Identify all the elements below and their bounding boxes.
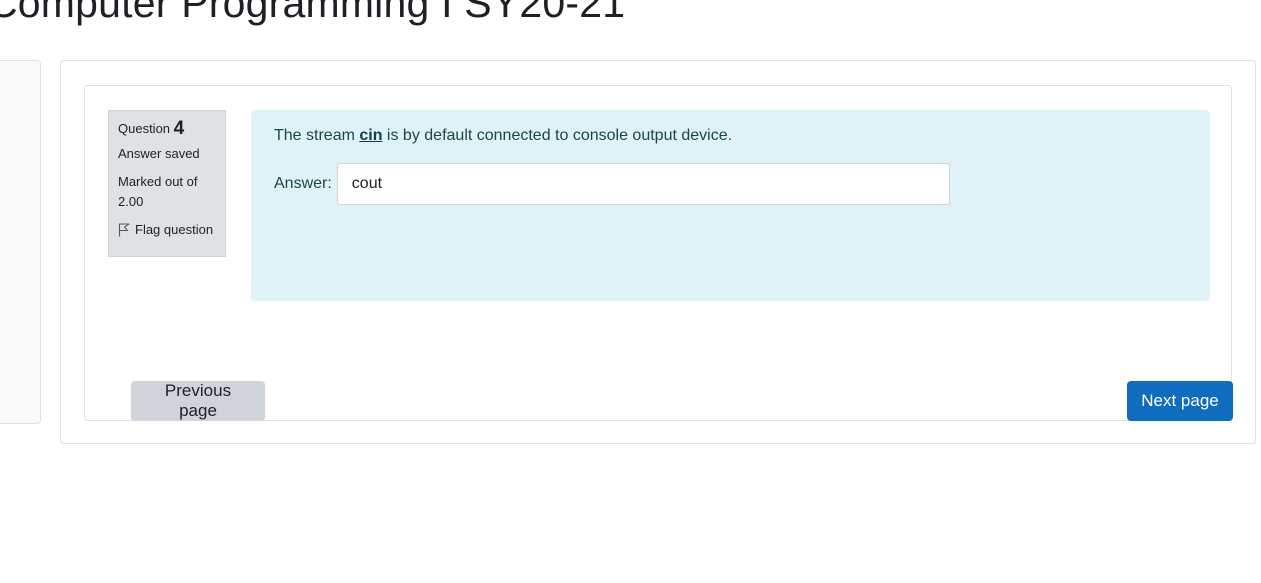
main-region: Question 4 Answer saved Marked out of 2.… [60, 60, 1256, 444]
flag-question-link[interactable]: Flag question [118, 222, 216, 238]
question-label: Question [118, 121, 171, 136]
question-text-before: The stream [274, 127, 360, 144]
question-number-value: 4 [173, 118, 185, 139]
previous-page-button[interactable]: Previous page [131, 381, 265, 421]
question-info-panel: Question 4 Answer saved Marked out of 2.… [108, 110, 226, 257]
answer-row: Answer: [274, 163, 1187, 205]
flag-icon [118, 223, 130, 237]
next-page-button[interactable]: Next page [1127, 381, 1233, 421]
question-container: Question 4 Answer saved Marked out of 2.… [84, 85, 1233, 421]
keyword-link[interactable]: cin [359, 127, 382, 144]
question-grade: Marked out of 2.00 [118, 174, 198, 209]
left-drawer-block [0, 60, 41, 424]
question-state: Answer saved [118, 146, 200, 161]
flag-question-label: Flag question [135, 222, 214, 237]
question-text: The stream cin is by default connected t… [274, 125, 1187, 147]
answer-label: Answer: [274, 175, 332, 192]
question-text-after: is by default connected to console outpu… [382, 127, 733, 144]
answer-input[interactable] [336, 163, 950, 205]
page-title: Computer Programming I SY20-21 [0, 0, 626, 26]
question-number: Question 4 [118, 118, 216, 139]
question-content: The stream cin is by default connected t… [251, 110, 1210, 301]
